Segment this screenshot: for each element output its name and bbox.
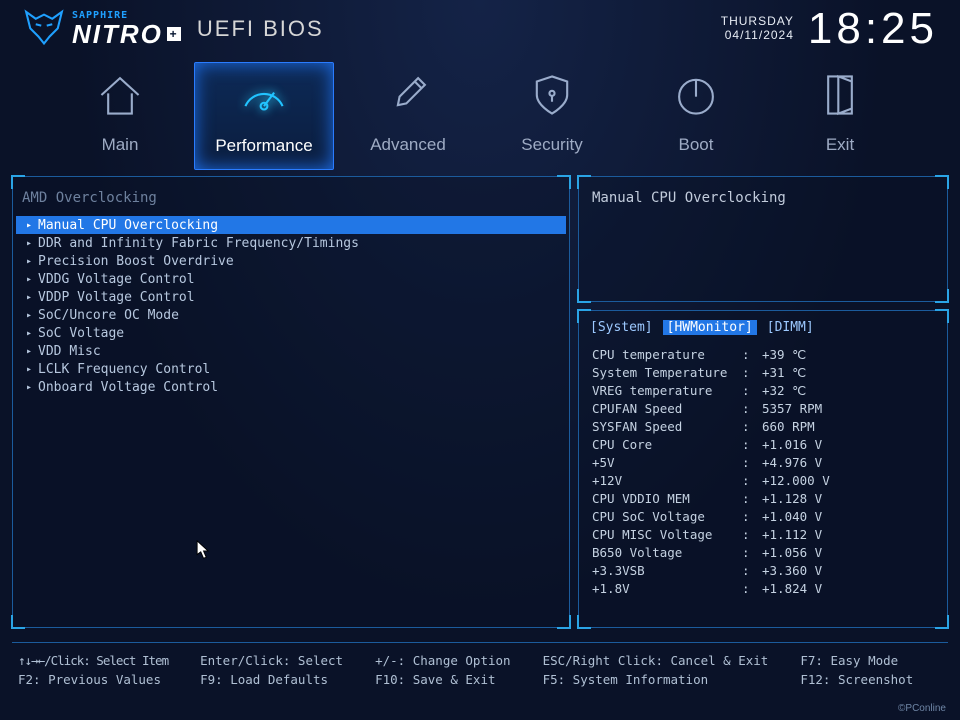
time-display: 18:25 [808, 4, 938, 54]
reading-row: CPU VDDIO MEM:+1.128 V [592, 491, 934, 509]
hint-f2: F2: Previous Values [18, 672, 168, 687]
reading-row: +5V:+4.976 V [592, 455, 934, 473]
hint-f5: F5: System Information [543, 672, 769, 687]
menu-item[interactable]: SoC/Uncore OC Mode [16, 306, 566, 324]
menu-item[interactable]: DDR and Infinity Fabric Frequency/Timing… [16, 234, 566, 252]
reading-row: +12V:+12.000 V [592, 473, 934, 491]
brand-main: NITRO+ [72, 21, 181, 47]
hint-select-item: ↑↓→←/Click: Select Item [18, 653, 168, 668]
hint-f9: F9: Load Defaults [200, 672, 343, 687]
menu-list: Manual CPU OverclockingDDR and Infinity … [12, 216, 570, 396]
wolf-icon [22, 5, 66, 53]
reading-row: SYSFAN Speed:660 RPM [592, 419, 934, 437]
reading-row: System Temperature:+31 ℃ [592, 365, 934, 383]
watermark: ©PConline [898, 703, 946, 714]
menu-item[interactable]: LCLK Frequency Control [16, 360, 566, 378]
plus-icon: + [167, 27, 181, 41]
hint-plusminus: +/-: Change Option [375, 653, 510, 668]
tab-exit[interactable]: Exit [770, 62, 910, 170]
menu-item[interactable]: SoC Voltage [16, 324, 566, 342]
hint-f7: F7: Easy Mode [800, 653, 913, 668]
reading-row: CPU MISC Voltage:+1.112 V [592, 527, 934, 545]
hotkey-bar: ↑↓→←/Click: Select Item F2: Previous Val… [12, 642, 948, 700]
reading-row: +1.8V:+1.824 V [592, 581, 934, 599]
hint-enter: Enter/Click: Select [200, 653, 343, 668]
monitor-tabs: System HWMonitor DIMM [578, 310, 948, 341]
menu-panel: AMD Overclocking Manual CPU Overclocking… [12, 176, 570, 628]
gauge-icon [237, 69, 291, 128]
tab-advanced[interactable]: Advanced [338, 62, 478, 170]
hint-esc: ESC/Right Click: Cancel & Exit [543, 653, 769, 668]
door-icon [813, 68, 867, 127]
brand-logo: SAPPHIRE NITRO+ [22, 5, 181, 53]
header-bar: SAPPHIRE NITRO+ UEFI BIOS THURSDAY 04/11… [0, 0, 960, 58]
reading-row: +3.3VSB:+3.360 V [592, 563, 934, 581]
menu-item[interactable]: Onboard Voltage Control [16, 378, 566, 396]
shield-icon [525, 68, 579, 127]
date-display: THURSDAY 04/11/2024 [721, 15, 794, 43]
tab-performance[interactable]: Performance [194, 62, 334, 170]
help-title: Manual CPU Overclocking [578, 176, 948, 220]
menu-item[interactable]: Precision Boost Overdrive [16, 252, 566, 270]
tab-boot[interactable]: Boot [626, 62, 766, 170]
monitor-tab[interactable]: HWMonitor [663, 320, 757, 335]
reading-row: CPU temperature:+39 ℃ [592, 347, 934, 365]
hint-f10: F10: Save & Exit [375, 672, 510, 687]
menu-item[interactable]: VDDP Voltage Control [16, 288, 566, 306]
reading-row: VREG temperature:+32 ℃ [592, 383, 934, 401]
power-icon [669, 68, 723, 127]
monitor-panel: System HWMonitor DIMM CPU temperature:+39 … [578, 310, 948, 628]
home-icon [93, 68, 147, 127]
section-title: AMD Overclocking [12, 176, 570, 216]
reading-row: CPU SoC Voltage:+1.040 V [592, 509, 934, 527]
reading-row: CPU Core:+1.016 V [592, 437, 934, 455]
wrench-icon [381, 68, 435, 127]
hw-readings: CPU temperature:+39 ℃System Temperature:… [578, 341, 948, 605]
monitor-tab[interactable]: System [590, 320, 653, 335]
menu-item[interactable]: VDD Misc [16, 342, 566, 360]
bios-title: UEFI BIOS [197, 16, 324, 42]
reading-row: B650 Voltage:+1.056 V [592, 545, 934, 563]
nav-tabs: Main Performance Advanced Security Boot … [0, 58, 960, 170]
menu-item[interactable]: Manual CPU Overclocking [16, 216, 566, 234]
help-panel: Manual CPU Overclocking [578, 176, 948, 302]
hint-f12: F12: Screenshot [800, 672, 913, 687]
menu-item[interactable]: VDDG Voltage Control [16, 270, 566, 288]
tab-main[interactable]: Main [50, 62, 190, 170]
monitor-tab[interactable]: DIMM [767, 320, 814, 335]
tab-security[interactable]: Security [482, 62, 622, 170]
reading-row: CPUFAN Speed:5357 RPM [592, 401, 934, 419]
